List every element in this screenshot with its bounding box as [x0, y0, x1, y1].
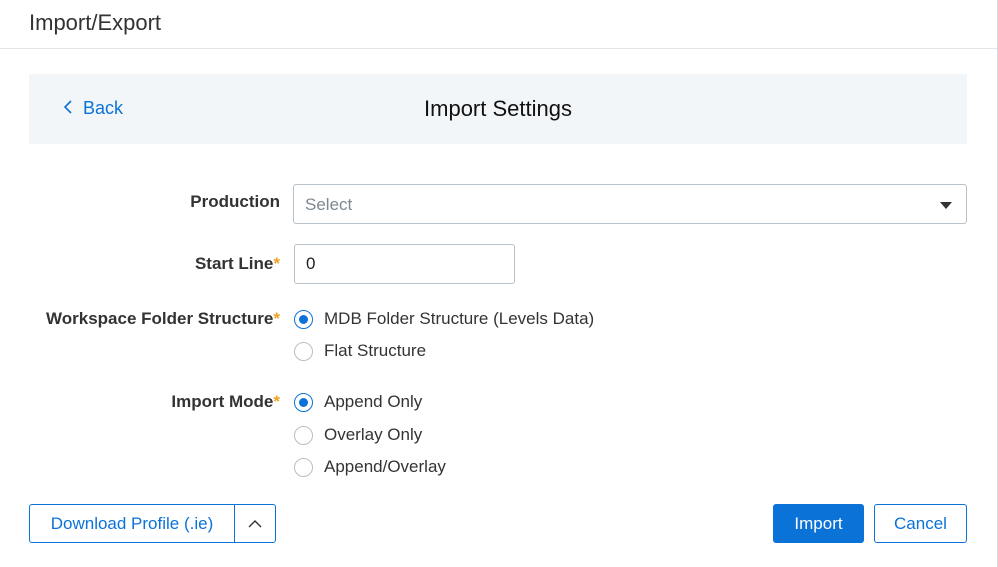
start-line-label: Start Line*	[195, 254, 280, 274]
radio-unselected-icon	[294, 425, 313, 445]
radio-unselected-icon	[294, 341, 313, 361]
radio-mdb-folder-structure[interactable]: MDB Folder Structure (Levels Data)	[294, 309, 594, 329]
start-line-input[interactable]	[294, 244, 515, 284]
radio-unselected-icon	[294, 457, 313, 477]
production-select[interactable]: Select	[293, 184, 967, 224]
radio-overlay-only[interactable]: Overlay Only	[294, 425, 422, 445]
radio-append-only[interactable]: Append Only	[294, 392, 422, 412]
radio-flat-structure[interactable]: Flat Structure	[294, 341, 426, 361]
download-profile-split-button: Download Profile (.ie)	[29, 504, 276, 543]
radio-selected-icon	[294, 392, 313, 412]
radio-append-overlay[interactable]: Append/Overlay	[294, 457, 446, 477]
download-options-toggle[interactable]	[235, 505, 275, 542]
settings-title: Import Settings	[424, 96, 572, 121]
folder-structure-label: Workspace Folder Structure*	[46, 309, 280, 329]
settings-toolbar: Back Import Settings	[29, 74, 967, 144]
start-line-label-text: Start Line	[194, 254, 274, 273]
radio-label: Append/Overlay	[324, 457, 446, 476]
production-label: Production	[190, 192, 280, 212]
radio-label: MDB Folder Structure (Levels Data)	[324, 309, 595, 328]
production-placeholder: Select	[305, 195, 353, 214]
import-button[interactable]: Import	[773, 504, 864, 543]
required-marker: *	[273, 254, 280, 273]
production-label-text: Production	[190, 192, 280, 211]
caret-down-icon	[940, 202, 952, 209]
page-title: Import/Export	[29, 10, 162, 35]
folder-structure-label-text: Workspace Folder Structure	[46, 309, 274, 328]
chevron-up-icon	[248, 515, 262, 533]
radio-selected-icon	[294, 309, 313, 329]
required-marker: *	[273, 309, 280, 328]
radio-label: Append Only	[324, 392, 423, 411]
download-profile-button[interactable]: Download Profile (.ie)	[30, 505, 235, 542]
page-header: Import/Export	[0, 0, 998, 49]
import-mode-label-text: Import Mode	[171, 392, 274, 411]
radio-label: Overlay Only	[324, 425, 423, 444]
required-marker: *	[273, 392, 280, 411]
radio-label: Flat Structure	[324, 341, 427, 360]
cancel-button[interactable]: Cancel	[874, 504, 967, 543]
import-mode-label: Import Mode*	[171, 392, 280, 412]
